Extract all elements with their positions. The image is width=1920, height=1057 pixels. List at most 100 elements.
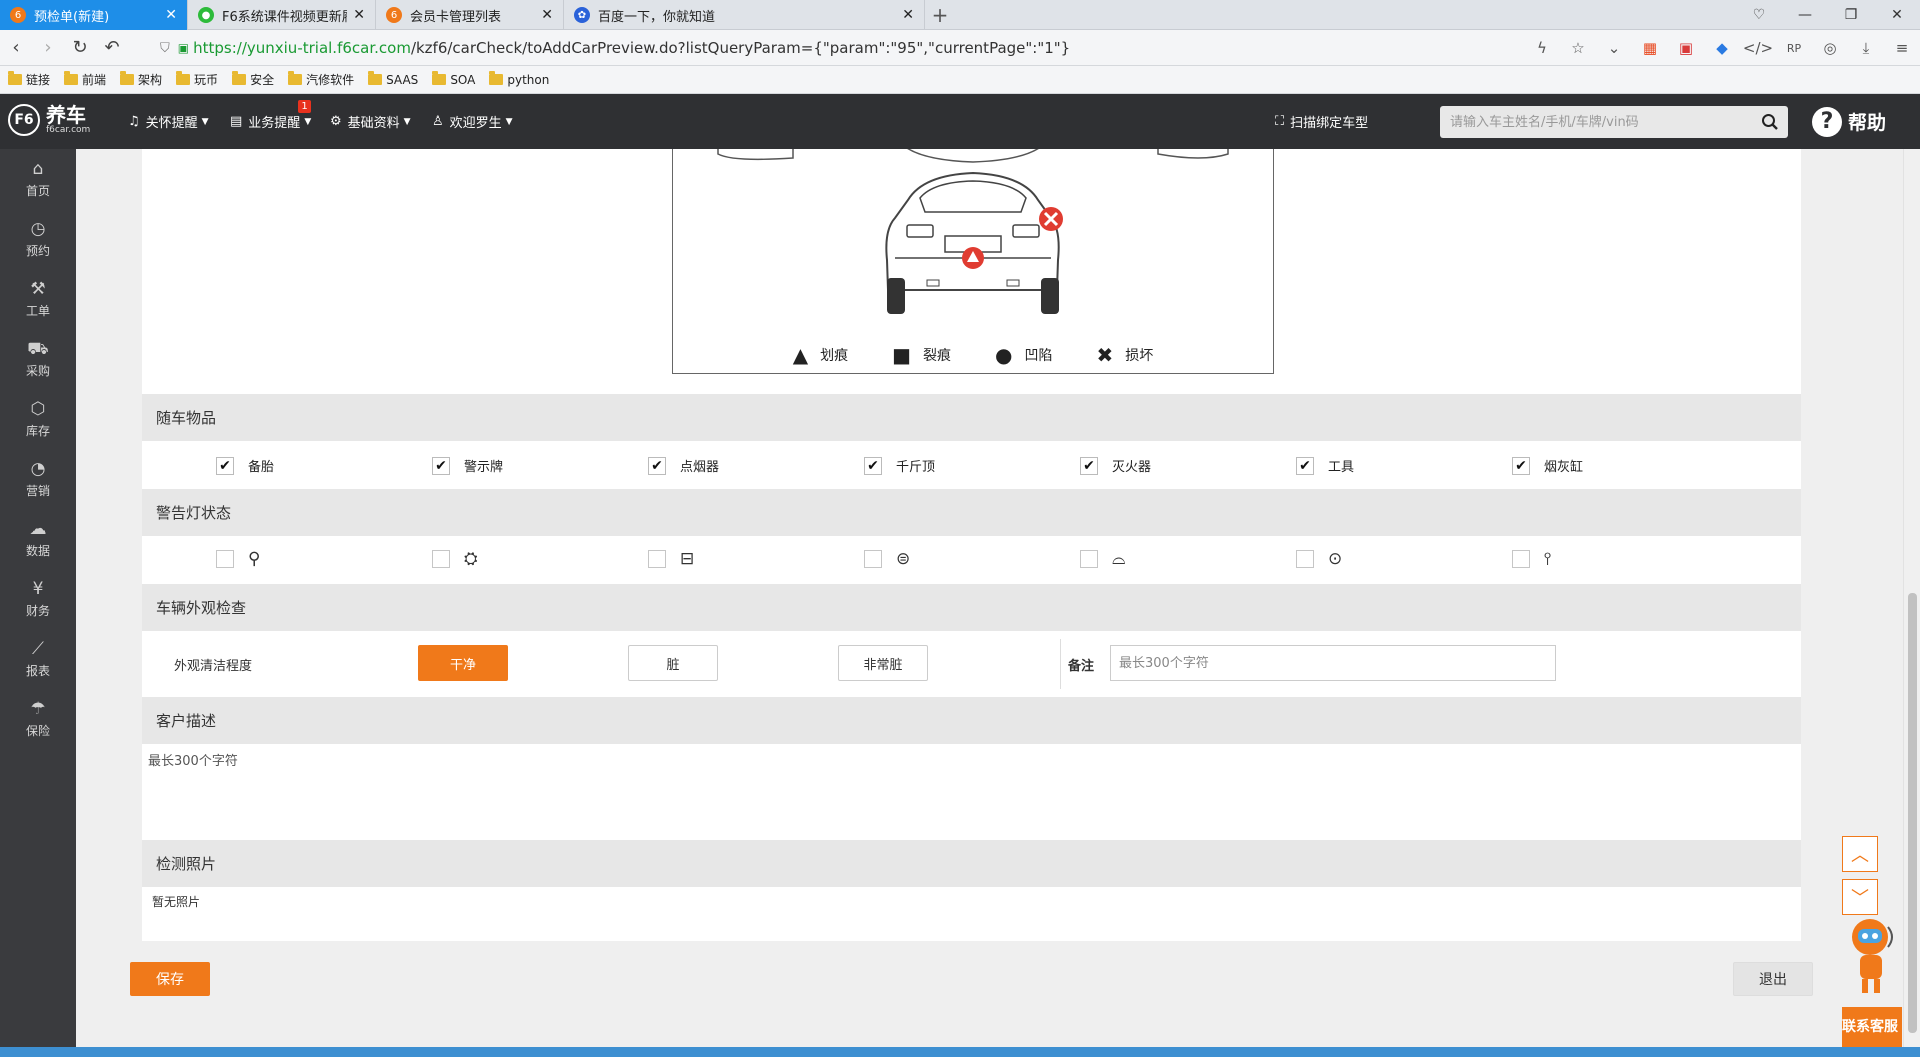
menu-user[interactable]: ♙ 欢迎罗生 ▼ [432,94,513,149]
close-icon[interactable]: ✕ [353,7,365,23]
search-input[interactable] [1440,106,1752,138]
os-taskbar [0,1047,1920,1057]
back-icon[interactable]: ‹ [0,32,32,64]
apps-grid-icon[interactable]: ▦ [1632,30,1668,66]
sidebar-item-insurance[interactable]: ☂ 保险 [0,689,76,749]
sidebar-item-finance[interactable]: ¥ 财务 [0,569,76,629]
lamp-abs[interactable]: ⊜ [864,549,910,569]
checkbox[interactable]: ✔ [1296,456,1314,475]
clean-option-clean[interactable]: 干净 [418,645,508,681]
close-icon[interactable]: ✕ [902,7,914,23]
bookmark-folder[interactable]: 链接 [8,71,50,88]
page-scrollbar[interactable] [1903,149,1920,1047]
lamp-battery[interactable]: ⊟ [648,549,694,569]
item-cigarette-lighter[interactable]: ✔ 点烟器 [648,456,719,475]
shirt-icon[interactable]: ♡ [1736,0,1782,30]
item-ashtray[interactable]: ✔ 烟灰缸 [1512,456,1583,475]
proxy-icon[interactable]: ◎ [1812,30,1848,66]
sidebar-item-inventory[interactable]: ⬡ 库存 [0,389,76,449]
bookmark-folder[interactable]: SOA [432,71,475,87]
close-window-icon[interactable]: ✕ [1874,0,1920,30]
lamp-brake[interactable]: ⊙ [1296,549,1342,569]
car-damage-diagram[interactable]: ▲ 划痕 ■ 裂痕 ● 凹陷 ✖ 损坏 [672,149,1274,374]
extension-red-icon[interactable]: ▣ [1668,30,1704,66]
new-tab-button[interactable]: + [925,0,955,30]
browser-tab-baidu[interactable]: ✿ 百度一下，你就知道 ✕ [564,0,925,30]
item-spare-tire[interactable]: ✔ 备胎 [216,456,274,475]
sidebar-item-purchase[interactable]: ⛟ 采购 [0,329,76,389]
sidebar-item-home[interactable]: ⌂ 首页 [0,149,76,209]
extension-blue-icon[interactable]: ◆ [1704,30,1740,66]
checkbox[interactable]: ✔ [864,456,882,475]
menu-care-reminder[interactable]: ♫ 关怀提醒 ▼ [128,94,209,149]
lamp-engine[interactable]: ⛭ [432,549,478,569]
scroll-bottom-button[interactable]: ﹀ [1842,879,1878,915]
item-warning-sign[interactable]: ✔ 警示牌 [432,456,503,475]
bookmark-folder[interactable]: 前端 [64,71,106,88]
lightning-icon[interactable]: ϟ [1524,30,1560,66]
sidebar-item-report[interactable]: ⟋ 报表 [0,629,76,689]
checkbox[interactable] [216,550,234,568]
lamp-seatbelt[interactable]: ⚲ [216,549,260,569]
scroll-top-button[interactable]: ︿ [1842,836,1878,872]
exit-button[interactable]: 退出 [1733,962,1813,996]
item-fire-extinguisher[interactable]: ✔ 灭火器 [1080,456,1151,475]
bookmark-folder[interactable]: 玩币 [176,71,218,88]
checkbox[interactable] [864,550,882,568]
save-button[interactable]: 保存 [130,962,210,996]
scrollbar-thumb[interactable] [1908,593,1917,1033]
menu-basic-data[interactable]: ⚙ 基础资料 ▼ [330,94,411,149]
checkbox[interactable]: ✔ [1080,456,1098,475]
scan-bind-model-button[interactable]: ⛶ 扫描绑定车型 [1275,94,1368,149]
legend-label: 划痕 [820,348,849,364]
customer-description-input[interactable] [148,750,1788,836]
remark-input[interactable] [1110,645,1556,681]
devtools-icon[interactable]: </> [1740,30,1776,66]
checkbox[interactable] [648,550,666,568]
checkbox[interactable]: ✔ [432,456,450,475]
checkbox[interactable] [1080,550,1098,568]
bookmark-folder[interactable]: SAAS [368,71,418,87]
download-icon[interactable]: ⤓ [1848,30,1884,66]
help-button[interactable]: ? 帮助 [1812,94,1886,149]
lamp-oil[interactable]: ⌓ [1080,549,1125,569]
close-icon[interactable]: ✕ [165,7,177,23]
browser-tab-preview-order[interactable]: 6 预检单(新建) ✕ [0,0,188,30]
bookmark-folder[interactable]: 架构 [120,71,162,88]
minimize-icon[interactable]: — [1782,0,1828,30]
bookmark-folder[interactable]: python [489,71,549,87]
restore-icon[interactable]: ❐ [1828,0,1874,30]
item-jack[interactable]: ✔ 千斤顶 [864,456,935,475]
menu-icon[interactable]: ≡ [1884,30,1920,66]
sidebar-item-data[interactable]: ☁ 数据 [0,509,76,569]
checkbox[interactable]: ✔ [648,456,666,475]
checkbox[interactable] [1296,550,1314,568]
checkbox[interactable]: ✔ [1512,456,1530,475]
item-label: 烟灰缸 [1544,460,1584,475]
customer-service-widget[interactable]: 联系客服 [1842,913,1902,1047]
sidebar-item-appointment[interactable]: ◷ 预约 [0,209,76,269]
sidebar-item-work-order[interactable]: ⚒ 工单 [0,269,76,329]
checkbox[interactable] [432,550,450,568]
checkbox[interactable] [1512,550,1530,568]
checkbox[interactable]: ✔ [216,456,234,475]
bookmark-folder[interactable]: 安全 [232,71,274,88]
star-icon[interactable]: ☆ [1560,30,1596,66]
app-logo[interactable]: F6 养车 f6car.com [8,104,90,136]
chevron-down-icon[interactable]: ⌄ [1596,30,1632,66]
browser-tab-courseware[interactable]: ● F6系统课件视频更新履历 ✕ [188,0,376,30]
item-tools[interactable]: ✔ 工具 [1296,456,1354,475]
reload-icon[interactable]: ↻ [64,32,96,64]
clean-option-very-dirty[interactable]: 非常脏 [838,645,928,681]
clean-option-dirty[interactable]: 脏 [628,645,718,681]
url-field[interactable]: ⛉ ▣ https://yunxiu-trial.f6car.com /kzf6… [160,34,1590,62]
undo-icon[interactable]: ↶ [96,32,128,64]
close-icon[interactable]: ✕ [541,7,553,23]
lamp-coolant[interactable]: ⫯ [1512,549,1551,569]
forward-icon[interactable]: › [32,32,64,64]
search-icon[interactable] [1752,113,1788,131]
sidebar-item-marketing[interactable]: ◔ 营销 [0,449,76,509]
bookmark-folder[interactable]: 汽修软件 [288,71,354,88]
rp-icon[interactable]: RP [1776,30,1812,66]
browser-tab-member-card[interactable]: 6 会员卡管理列表 ✕ [376,0,564,30]
